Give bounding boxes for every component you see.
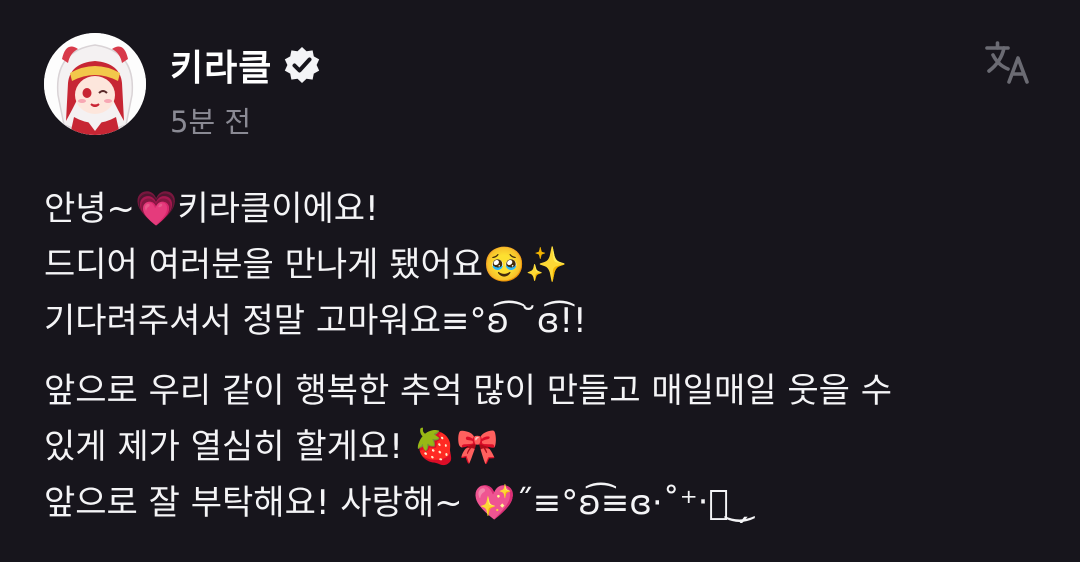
post-header: 키라클 5분 전 xyxy=(44,33,1044,143)
post-line: 앞으로 우리 같이 행복한 추억 많이 만들고 매일매일 웃을 수 xyxy=(44,371,892,411)
avatar-illustration xyxy=(44,33,146,135)
post-timestamp: 5분 전 xyxy=(170,105,252,139)
verified-badge-icon xyxy=(282,45,322,85)
post-line: 드디어 여러분을 만나게 됐어요🥹✨ xyxy=(44,245,568,285)
avatar[interactable] xyxy=(44,33,146,135)
translate-icon xyxy=(985,41,1029,84)
post-line: 있게 제가 열심히 할게요! 🍓🎀 xyxy=(44,427,499,467)
post-paragraph: 안녕~💗키라클이에요! 드디어 여러분을 만나게 됐어요🥹✨ 기다려주셔서 정말… xyxy=(44,181,1054,349)
post-body: 안녕~💗키라클이에요! 드디어 여러분을 만나게 됐어요🥹✨ 기다려주셔서 정말… xyxy=(44,181,1054,531)
post-line: 기다려주셔서 정말 고마워요≡°ʚ͡ ˘ɞ͡!! xyxy=(44,301,587,341)
post-paragraph: 앞으로 우리 같이 행복한 추억 많이 만들고 매일매일 웃을 수 있게 제가 … xyxy=(44,363,1054,531)
post-line: 안녕~💗키라클이에요! xyxy=(44,189,379,229)
author-name[interactable]: 키라클 xyxy=(170,39,272,91)
translate-button[interactable] xyxy=(982,38,1034,90)
author-row: 키라클 xyxy=(170,41,322,89)
post-line: 앞으로 잘 부탁해요! 사랑해~ 💖˝≡°ʚ͡≡ɞ·˚⁺‧͙ ͜ ̗ xyxy=(44,483,751,523)
